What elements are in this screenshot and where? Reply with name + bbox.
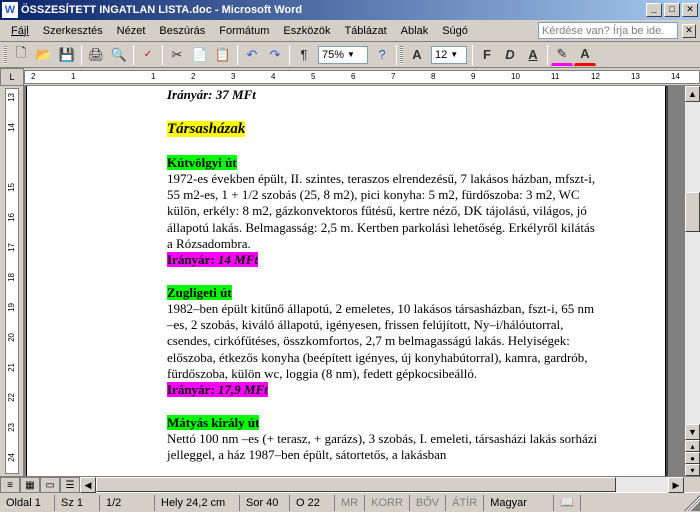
outline-view-icon[interactable]: ☰ bbox=[60, 477, 80, 493]
status-lang[interactable]: Magyar bbox=[484, 495, 554, 511]
item1-price: Irányár: 14 MFt bbox=[167, 252, 258, 267]
menu-format[interactable]: Formátum bbox=[212, 23, 276, 39]
font-color-icon-2[interactable]: A bbox=[574, 44, 596, 66]
item1-title: Kútvölgyi út bbox=[167, 155, 237, 170]
truncated-line: Irányár: 37 MFt bbox=[167, 87, 647, 103]
item2-title: Zugligeti út bbox=[167, 285, 232, 300]
status-page: Oldal 1 bbox=[0, 495, 55, 511]
open-icon[interactable]: 📂 bbox=[33, 44, 55, 66]
menu-edit[interactable]: Szerkesztés bbox=[36, 23, 110, 39]
web-view-icon[interactable]: ▦ bbox=[20, 477, 40, 493]
highlight-icon[interactable]: ✎ bbox=[551, 44, 573, 66]
menu-table[interactable]: Táblázat bbox=[337, 23, 393, 39]
prev-page-icon[interactable]: ▴ bbox=[685, 440, 700, 452]
bold-icon[interactable]: F bbox=[476, 44, 498, 66]
page[interactable]: Irányár: 37 MFt Társasházak Kútvölgyi út… bbox=[26, 86, 666, 476]
new-icon[interactable]: 🗋 bbox=[10, 44, 32, 66]
hscroll-thumb[interactable] bbox=[96, 477, 616, 492]
paste-icon[interactable]: 📋 bbox=[212, 44, 234, 66]
zoom-combo[interactable]: 75%▼ bbox=[318, 46, 368, 64]
close-button[interactable]: ✕ bbox=[682, 3, 698, 17]
item3-title: Mátyás király út bbox=[167, 415, 259, 430]
status-trk[interactable]: KORR bbox=[365, 495, 410, 511]
status-ovr[interactable]: ÁTÍR bbox=[446, 495, 484, 511]
redo-icon[interactable]: ↷ bbox=[264, 44, 286, 66]
maximize-button[interactable]: □ bbox=[664, 3, 680, 17]
ask-question-box[interactable]: Kérdése van? Írja be ide. bbox=[538, 22, 678, 39]
item1-body: 1972-es években épült, II. szintes, tera… bbox=[167, 171, 597, 252]
scroll-track[interactable] bbox=[685, 102, 700, 424]
menu-view[interactable]: Nézet bbox=[110, 23, 153, 39]
horizontal-scrollbar[interactable]: ◀ ▶ bbox=[80, 477, 684, 492]
item2-price: Irányár: 17,9 MFt bbox=[167, 382, 268, 397]
undo-icon[interactable]: ↶ bbox=[241, 44, 263, 66]
minimize-button[interactable]: _ bbox=[646, 3, 662, 17]
help-icon[interactable]: ? bbox=[371, 44, 393, 66]
status-section: Sz 1 bbox=[55, 495, 100, 511]
document-area[interactable]: Irányár: 37 MFt Társasházak Kútvölgyi út… bbox=[24, 86, 684, 476]
show-marks-icon[interactable]: ¶ bbox=[293, 44, 315, 66]
standard-toolbar: 🗋 📂 💾 🖨 🔍 ✓ ✂ 📄 📋 ↶ ↷ ¶ 75%▼ ? A 12▼ F D… bbox=[0, 42, 700, 68]
window-titlebar: W ÖSSZESÍTETT INGATLAN LISTA.doc - Micro… bbox=[0, 0, 700, 20]
menu-help[interactable]: Súgó bbox=[435, 23, 475, 39]
scroll-thumb[interactable] bbox=[685, 192, 700, 232]
item3-body: Nettó 100 nm –es (+ terasz, + garázs), 3… bbox=[167, 431, 607, 464]
app-icon: W bbox=[2, 2, 18, 18]
save-icon[interactable]: 💾 bbox=[56, 44, 78, 66]
mdi-close-button[interactable]: ✕ bbox=[682, 24, 696, 38]
status-col: O 22 bbox=[290, 495, 335, 511]
menu-insert[interactable]: Beszúrás bbox=[152, 23, 212, 39]
status-line: Sor 40 bbox=[240, 495, 290, 511]
scroll-right-icon[interactable]: ▶ bbox=[668, 477, 684, 493]
font-color-icon[interactable]: A bbox=[406, 44, 428, 66]
normal-view-icon[interactable]: ≡ bbox=[0, 477, 20, 493]
section-title: Társasházak bbox=[167, 121, 245, 137]
toolbar-grip-2[interactable] bbox=[400, 46, 403, 64]
browse-object-icon[interactable]: ● bbox=[685, 452, 700, 464]
scroll-down-icon[interactable]: ▼ bbox=[685, 424, 700, 440]
scroll-up-icon[interactable]: ▲ bbox=[685, 86, 700, 102]
menu-file[interactable]: Fájl bbox=[4, 23, 36, 39]
copy-icon[interactable]: 📄 bbox=[189, 44, 211, 66]
hscroll-track[interactable] bbox=[96, 477, 668, 492]
menu-window[interactable]: Ablak bbox=[394, 23, 436, 39]
menu-bar: Fájl Szerkesztés Nézet Beszúrás Formátum… bbox=[0, 20, 700, 42]
print-preview-icon[interactable]: 🔍 bbox=[108, 44, 130, 66]
horizontal-ruler[interactable]: L 211234567891011121314 bbox=[0, 68, 700, 86]
ruler-corner: L bbox=[0, 68, 24, 86]
status-rec[interactable]: MR bbox=[335, 495, 365, 511]
vertical-ruler[interactable]: 131415161718192021222324 bbox=[0, 86, 24, 476]
underline-icon[interactable]: A bbox=[522, 44, 544, 66]
print-layout-icon[interactable]: ▭ bbox=[40, 477, 60, 493]
cut-icon[interactable]: ✂ bbox=[166, 44, 188, 66]
print-icon[interactable]: 🖨 bbox=[85, 44, 107, 66]
resize-grip[interactable] bbox=[684, 495, 700, 511]
menu-tools[interactable]: Eszközök bbox=[276, 23, 337, 39]
next-page-icon[interactable]: ▾ bbox=[685, 464, 700, 476]
status-bar: Oldal 1 Sz 1 1/2 Hely 24,2 cm Sor 40 O 2… bbox=[0, 492, 700, 512]
status-ext[interactable]: BŐV bbox=[410, 495, 446, 511]
window-title: ÖSSZESÍTETT INGATLAN LISTA.doc - Microso… bbox=[21, 4, 646, 16]
window-controls: _ □ ✕ bbox=[646, 3, 698, 17]
spellcheck-icon[interactable]: ✓ bbox=[137, 44, 159, 66]
italic-icon[interactable]: D bbox=[499, 44, 521, 66]
vertical-scrollbar[interactable]: ▲ ▼ ▴ ● ▾ bbox=[684, 86, 700, 476]
status-book-icon[interactable]: 📖 bbox=[554, 495, 581, 511]
scroll-left-icon[interactable]: ◀ bbox=[80, 477, 96, 493]
font-size-value: 12 bbox=[435, 49, 447, 61]
font-size-combo[interactable]: 12▼ bbox=[431, 46, 467, 64]
status-pos: Hely 24,2 cm bbox=[155, 495, 240, 511]
zoom-value: 75% bbox=[322, 49, 344, 61]
status-pages: 1/2 bbox=[100, 495, 155, 511]
horizontal-scroll-row: ≡ ▦ ▭ ☰ ◀ ▶ bbox=[0, 476, 700, 492]
toolbar-grip[interactable] bbox=[4, 46, 7, 64]
workspace: 131415161718192021222324 Irányár: 37 MFt… bbox=[0, 86, 700, 476]
item2-body: 1982–ben épült kitűnő állapotú, 2 emelet… bbox=[167, 301, 597, 382]
